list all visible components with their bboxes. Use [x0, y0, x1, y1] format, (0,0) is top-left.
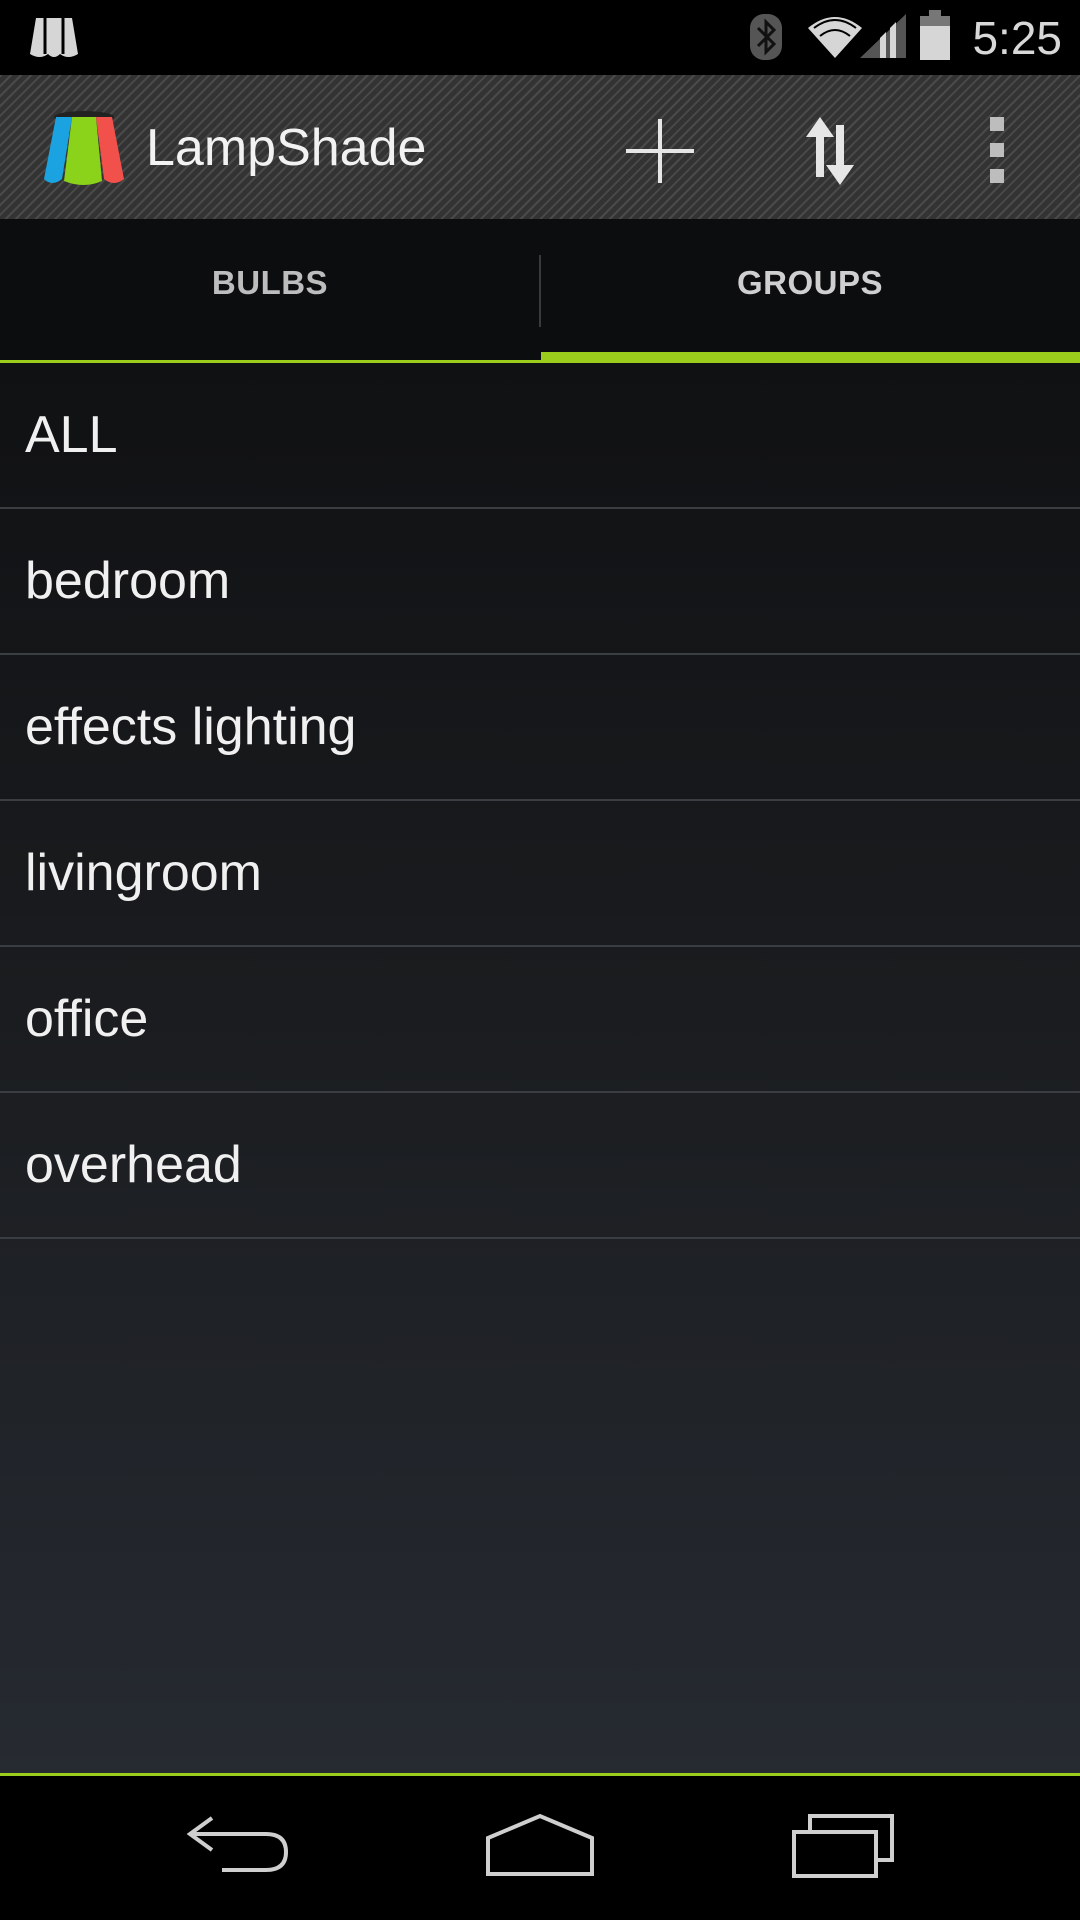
list-item-label: office	[25, 990, 149, 1048]
lampshade-notification-icon	[30, 18, 78, 57]
tab-bulbs[interactable]: BULBS	[0, 219, 540, 363]
group-list: ALL bedroom effects lighting livingroom …	[0, 363, 1080, 1773]
tab-selected-indicator	[541, 352, 1080, 363]
list-item-label: ALL	[25, 406, 118, 464]
overflow-menu-icon[interactable]	[974, 107, 1022, 195]
tab-bulbs-label: BULBS	[211, 264, 329, 301]
tab-groups-label: GROUPS	[736, 264, 884, 301]
wifi-icon	[808, 17, 862, 58]
app-title: LampShade	[146, 119, 427, 177]
list-item-overhead[interactable]: overhead	[0, 1093, 1080, 1239]
navigation-bar	[0, 1776, 1080, 1920]
action-bar: LampShade	[0, 75, 1080, 219]
lampshade-logo-icon	[44, 111, 124, 185]
status-clock: 5:25	[972, 12, 1062, 64]
tab-bar: BULBS GROUPS	[0, 219, 1080, 363]
back-icon[interactable]	[186, 1812, 292, 1876]
cell-signal-icon	[860, 14, 906, 58]
list-item-livingroom[interactable]: livingroom	[0, 801, 1080, 947]
list-item-all[interactable]: ALL	[0, 363, 1080, 509]
home-icon[interactable]	[484, 1812, 596, 1878]
list-item-label: overhead	[25, 1136, 242, 1194]
bluetooth-icon	[750, 14, 782, 60]
list-item-office[interactable]: office	[0, 947, 1080, 1093]
battery-icon	[920, 10, 950, 60]
screen: 5:25 LampShade BULBS GROUPS ALL bedroom …	[0, 0, 1080, 1920]
add-icon[interactable]	[616, 107, 704, 195]
recents-icon[interactable]	[790, 1810, 896, 1880]
sync-icon[interactable]	[786, 107, 874, 195]
list-item-bedroom[interactable]: bedroom	[0, 509, 1080, 655]
list-item-label: effects lighting	[25, 698, 357, 756]
list-item-label: livingroom	[25, 844, 262, 902]
tab-groups[interactable]: GROUPS	[540, 219, 1080, 363]
list-item-effects-lighting[interactable]: effects lighting	[0, 655, 1080, 801]
status-bar: 5:25	[0, 0, 1080, 75]
list-item-label: bedroom	[25, 552, 231, 610]
